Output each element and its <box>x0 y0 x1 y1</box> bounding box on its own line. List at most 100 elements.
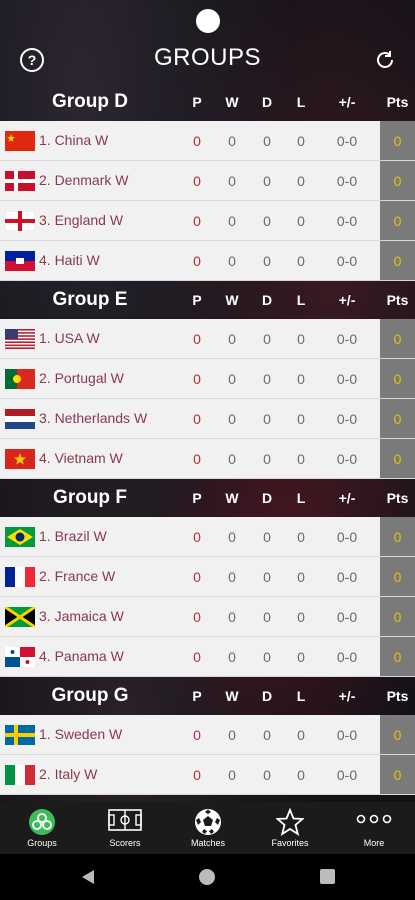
recents-icon[interactable] <box>320 869 335 884</box>
team-row[interactable]: 1. Sweden W 0 0 0 0 0-0 0 <box>0 715 415 755</box>
played-value: 0 <box>193 371 201 387</box>
played-value: 0 <box>193 253 201 269</box>
team-row[interactable]: 4. Haiti W 0 0 0 0 0-0 0 <box>0 241 415 281</box>
played-value: 0 <box>193 411 201 427</box>
drawn-value: 0 <box>263 411 271 427</box>
lost-value: 0 <box>297 529 305 545</box>
played-value: 0 <box>193 451 201 467</box>
col-played-header: P <box>192 490 202 506</box>
tab-favorites[interactable]: Favorites <box>260 802 320 854</box>
team-row[interactable]: 2. Portugal W 0 0 0 0 0-0 0 <box>0 359 415 399</box>
team-name: 1. Sweden W <box>39 726 123 742</box>
col-goals-header: +/- <box>338 490 356 506</box>
england-flag-icon <box>5 211 35 231</box>
drawn-value: 0 <box>263 569 271 585</box>
back-icon[interactable] <box>80 869 96 885</box>
team-name: 1. Brazil W <box>39 528 107 544</box>
team-name: 3. Netherlands W <box>39 410 148 426</box>
lost-value: 0 <box>297 173 305 189</box>
team-name: 2. Denmark W <box>39 172 129 188</box>
team-row[interactable]: 1. USA W 0 0 0 0 0-0 0 <box>0 319 415 359</box>
won-value: 0 <box>228 569 236 585</box>
goals-value: 0-0 <box>336 371 358 387</box>
pitch-icon <box>108 809 142 831</box>
points-value: 0 <box>393 213 402 229</box>
goals-value: 0-0 <box>336 133 358 149</box>
lost-value: 0 <box>297 767 305 783</box>
goals-value: 0-0 <box>336 727 358 743</box>
goals-value: 0-0 <box>336 331 358 347</box>
points-value: 0 <box>393 173 402 189</box>
team-row[interactable]: 3. Netherlands W 0 0 0 0 0-0 0 <box>0 399 415 439</box>
team-row[interactable]: 2. Italy W 0 0 0 0 0-0 0 <box>0 755 415 795</box>
sweden-flag-icon <box>5 725 35 745</box>
haiti-flag-icon <box>5 251 35 271</box>
won-value: 0 <box>228 609 236 625</box>
points-value: 0 <box>393 727 402 743</box>
system-nav-bar <box>0 854 415 900</box>
team-row[interactable]: 1. China W 0 0 0 0 0-0 0 <box>0 121 415 161</box>
col-points-header: Pts <box>386 490 409 506</box>
col-lost-header: L <box>296 688 306 704</box>
col-drawn-header: D <box>261 688 273 704</box>
played-value: 0 <box>193 649 201 665</box>
played-value: 0 <box>193 569 201 585</box>
lost-value: 0 <box>297 371 305 387</box>
col-drawn-header: D <box>261 292 273 308</box>
col-goals-header: +/- <box>338 688 356 704</box>
groups-list[interactable]: Group D P W D L +/- Pts 1. China W 0 0 0… <box>0 83 415 802</box>
team-row[interactable]: 3. Jamaica W 0 0 0 0 0-0 0 <box>0 597 415 637</box>
lost-value: 0 <box>297 569 305 585</box>
group-name: Group E <box>52 289 128 310</box>
won-value: 0 <box>228 371 236 387</box>
goals-value: 0-0 <box>336 649 358 665</box>
points-value: 0 <box>393 649 402 665</box>
camera-cutout <box>196 9 220 33</box>
brazil-flag-icon <box>5 527 35 547</box>
page-title: GROUPS <box>153 44 261 71</box>
tab-scorers[interactable]: Scorers <box>95 802 155 854</box>
denmark-flag-icon <box>5 171 35 191</box>
drawn-value: 0 <box>263 371 271 387</box>
usa-flag-icon <box>5 329 35 349</box>
points-value: 0 <box>393 411 402 427</box>
points-value: 0 <box>393 133 402 149</box>
team-row[interactable]: 2. France W 0 0 0 0 0-0 0 <box>0 557 415 597</box>
refresh-icon[interactable] <box>373 48 397 72</box>
tab-label: Groups <box>27 838 57 848</box>
home-icon[interactable] <box>199 869 215 885</box>
won-value: 0 <box>228 253 236 269</box>
col-won-header: W <box>225 94 239 110</box>
goals-value: 0-0 <box>336 411 358 427</box>
team-row[interactable]: 3. England W 0 0 0 0 0-0 0 <box>0 201 415 241</box>
team-row[interactable]: 4. Vietnam W 0 0 0 0 0-0 0 <box>0 439 415 479</box>
team-name: 3. Jamaica W <box>39 608 124 624</box>
netherlands-flag-icon <box>5 409 35 429</box>
drawn-value: 0 <box>263 529 271 545</box>
tab-matches[interactable]: Matches <box>178 802 238 854</box>
star-icon <box>276 808 304 836</box>
team-name: 4. Vietnam W <box>39 450 123 466</box>
team-name: 1. China W <box>39 132 109 148</box>
tab-groups[interactable]: Groups <box>12 802 72 854</box>
drawn-value: 0 <box>263 213 271 229</box>
played-value: 0 <box>193 213 201 229</box>
tab-label: Scorers <box>109 838 141 848</box>
france-flag-icon <box>5 567 35 587</box>
lost-value: 0 <box>297 649 305 665</box>
goals-value: 0-0 <box>336 609 358 625</box>
app-bar: ? GROUPS <box>0 38 415 82</box>
team-row[interactable]: 2. Denmark W 0 0 0 0 0-0 0 <box>0 161 415 201</box>
team-name: 4. Haiti W <box>39 252 100 268</box>
team-row[interactable]: 4. Panama W 0 0 0 0 0-0 0 <box>0 637 415 677</box>
team-row[interactable]: 1. Brazil W 0 0 0 0 0-0 0 <box>0 517 415 557</box>
groups-icon <box>29 809 55 835</box>
col-goals-header: +/- <box>338 292 356 308</box>
tab-more[interactable]: More <box>344 802 404 854</box>
col-points-header: Pts <box>386 292 409 308</box>
group-name: Group F <box>53 487 127 508</box>
col-lost-header: L <box>296 292 306 308</box>
played-value: 0 <box>193 529 201 545</box>
played-value: 0 <box>193 727 201 743</box>
drawn-value: 0 <box>263 451 271 467</box>
